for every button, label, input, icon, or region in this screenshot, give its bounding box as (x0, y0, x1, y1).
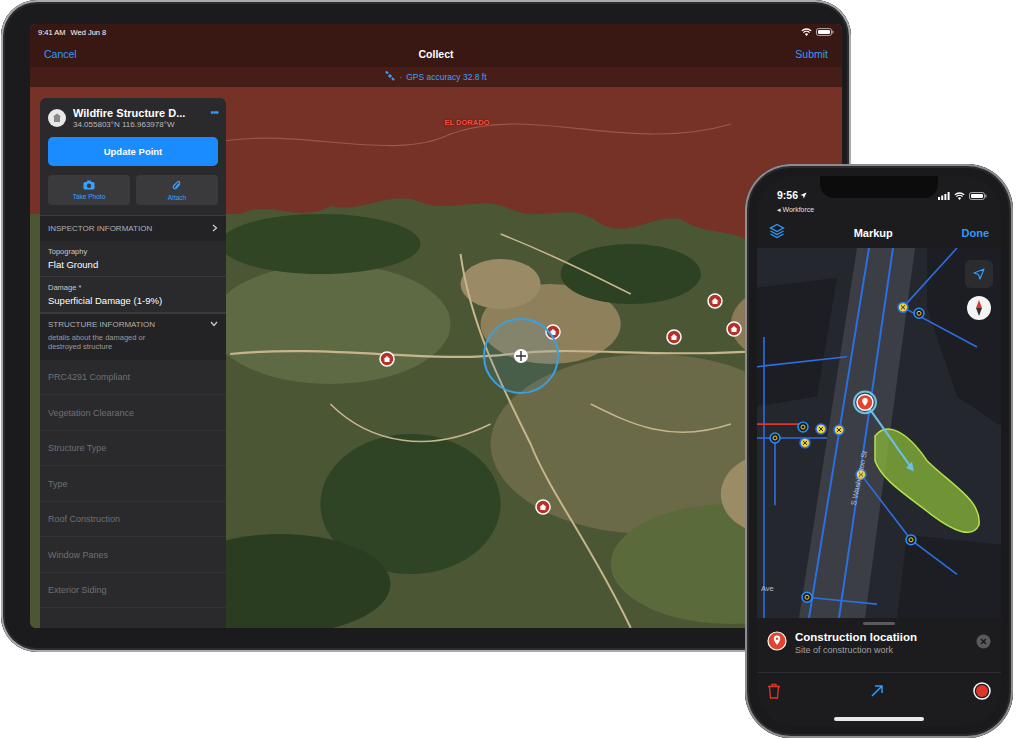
street-label: Ave (761, 584, 774, 593)
feature-subtitle: Site of construction work (795, 645, 968, 655)
chevron-right-icon[interactable] (212, 224, 218, 234)
utility-map (757, 248, 1001, 618)
camera-icon (83, 180, 95, 191)
cancel-button[interactable]: Cancel (44, 48, 77, 60)
status-time: 9:41 AM (38, 28, 66, 37)
feature-panel: Wildfire Structure D...34.055803°N 116.9… (40, 98, 226, 628)
status-bar: 9:41 AM Wed Jun 8 (30, 24, 842, 41)
empty-field[interactable]: Window Panes (40, 537, 226, 573)
nav-title: Collect (418, 48, 453, 60)
building-icon (52, 113, 62, 123)
record-icon (973, 682, 991, 700)
structure-section[interactable]: STRUCTURE INFORMATION details about the d… (40, 313, 226, 360)
location-arrow-icon (973, 268, 985, 280)
status-date: Wed Jun 8 (71, 28, 107, 37)
iphone-screen: 9:56 ◂ Workforce Markup Done S Washington St… (757, 176, 1001, 726)
notch (820, 176, 938, 198)
wifi-icon (954, 186, 965, 204)
field-value: Flat Ground (48, 259, 218, 270)
construction-pin-icon (767, 631, 787, 655)
section-title: STRUCTURE INFORMATION (48, 320, 155, 329)
place-label: EL DORADO (445, 118, 490, 127)
sheet-handle[interactable] (863, 622, 895, 625)
nav-title: Markup (854, 227, 893, 239)
empty-field[interactable]: PRC4291 Compliant (40, 360, 226, 396)
layers-icon (769, 223, 785, 239)
back-to-app-link[interactable]: ◂ Workforce (777, 206, 987, 214)
form-field[interactable]: Topography Flat Ground (40, 241, 226, 277)
empty-field[interactable]: Structure Type (40, 431, 226, 467)
feature-icon (48, 109, 66, 127)
section-description: details about the damaged or destroyed s… (48, 333, 178, 352)
crosshair-center (514, 349, 528, 363)
field-label: Damage * (48, 283, 218, 292)
battery-icon (969, 186, 987, 204)
plus-icon (516, 351, 526, 361)
submit-button[interactable]: Submit (795, 48, 828, 60)
feature-title: Construction locatiion (795, 631, 968, 643)
locate-button[interactable] (965, 260, 993, 288)
section-title: INSPECTOR INFORMATION (48, 224, 152, 233)
signal-icon (938, 186, 950, 204)
empty-field[interactable]: Roof Construction (40, 502, 226, 538)
crosshair-icon[interactable] (483, 318, 559, 394)
action-label: Take Photo (73, 193, 106, 200)
field-label: Topography (48, 247, 218, 256)
action-button[interactable]: Attach (136, 175, 218, 205)
arrow-icon (870, 684, 884, 698)
field-value: Superficial Damage (1-9%) (48, 295, 218, 306)
compass-icon (974, 300, 984, 316)
ipad-device: EL DORADO 9:41 AM Wed Jun 8 Cancel Collect Su… (1, 0, 851, 652)
empty-field[interactable]: Type (40, 466, 226, 502)
nav-bar: Markup Done (757, 218, 1001, 248)
home-indicator (757, 712, 1001, 726)
record-button[interactable] (973, 682, 991, 704)
inspector-section[interactable]: INSPECTOR INFORMATION (40, 215, 226, 241)
paperclip-icon (172, 180, 182, 192)
wifi-icon (801, 28, 812, 38)
structure-pin-icon[interactable] (666, 329, 682, 345)
feature-coordinates: 34.055803°N 116.963978°W (73, 120, 203, 129)
map[interactable]: S Washington StAve (757, 248, 1001, 618)
satellite-icon (385, 71, 395, 83)
structure-pin-icon[interactable] (726, 321, 742, 337)
delete-button[interactable] (767, 683, 781, 703)
empty-field[interactable]: Exterior Siding (40, 573, 226, 609)
feature-title: Wildfire Structure D... (73, 107, 203, 119)
battery-icon (816, 28, 834, 38)
empty-field[interactable]: Vegetation Clearance (40, 395, 226, 431)
structure-pin-icon[interactable] (379, 351, 395, 367)
gps-accuracy-bar: · GPS accuracy 32.8 ft (30, 67, 842, 87)
close-button[interactable] (976, 634, 991, 653)
update-point-button[interactable]: Update Point (48, 137, 218, 166)
compass-button[interactable] (967, 296, 991, 320)
status-time: 9:56 (777, 189, 798, 201)
nav-bar: Cancel Collect Submit (30, 41, 842, 67)
action-label: Attach (168, 194, 186, 201)
feature-sheet: Construction locatiion Site of constructi… (757, 618, 1001, 672)
gps-accuracy: GPS accuracy 32.8 ft (406, 72, 486, 82)
done-button[interactable]: Done (962, 227, 990, 239)
direction-button[interactable] (870, 684, 884, 702)
location-arrow-icon (800, 189, 807, 201)
close-icon (976, 634, 991, 649)
action-button[interactable]: Take Photo (48, 175, 130, 205)
chevron-down-icon[interactable] (210, 320, 218, 329)
ipad-screen: EL DORADO 9:41 AM Wed Jun 8 Cancel Collect Su… (30, 24, 842, 628)
gps-separator: · (399, 72, 402, 82)
form-field[interactable]: Damage * Superficial Damage (1-9%) (40, 277, 226, 313)
panel-header: Wildfire Structure D...34.055803°N 116.9… (40, 98, 226, 135)
map-body: Wildfire Structure D...34.055803°N 116.9… (30, 87, 842, 628)
trash-icon (767, 683, 781, 699)
iphone-device: 9:56 ◂ Workforce Markup Done S Washington St… (745, 164, 1013, 738)
toolbar (757, 672, 1001, 712)
structure-pin-icon[interactable] (707, 293, 723, 309)
layers-button[interactable] (769, 223, 785, 243)
more-button[interactable]: ••• (210, 107, 218, 118)
structure-pin-icon[interactable] (535, 499, 551, 515)
